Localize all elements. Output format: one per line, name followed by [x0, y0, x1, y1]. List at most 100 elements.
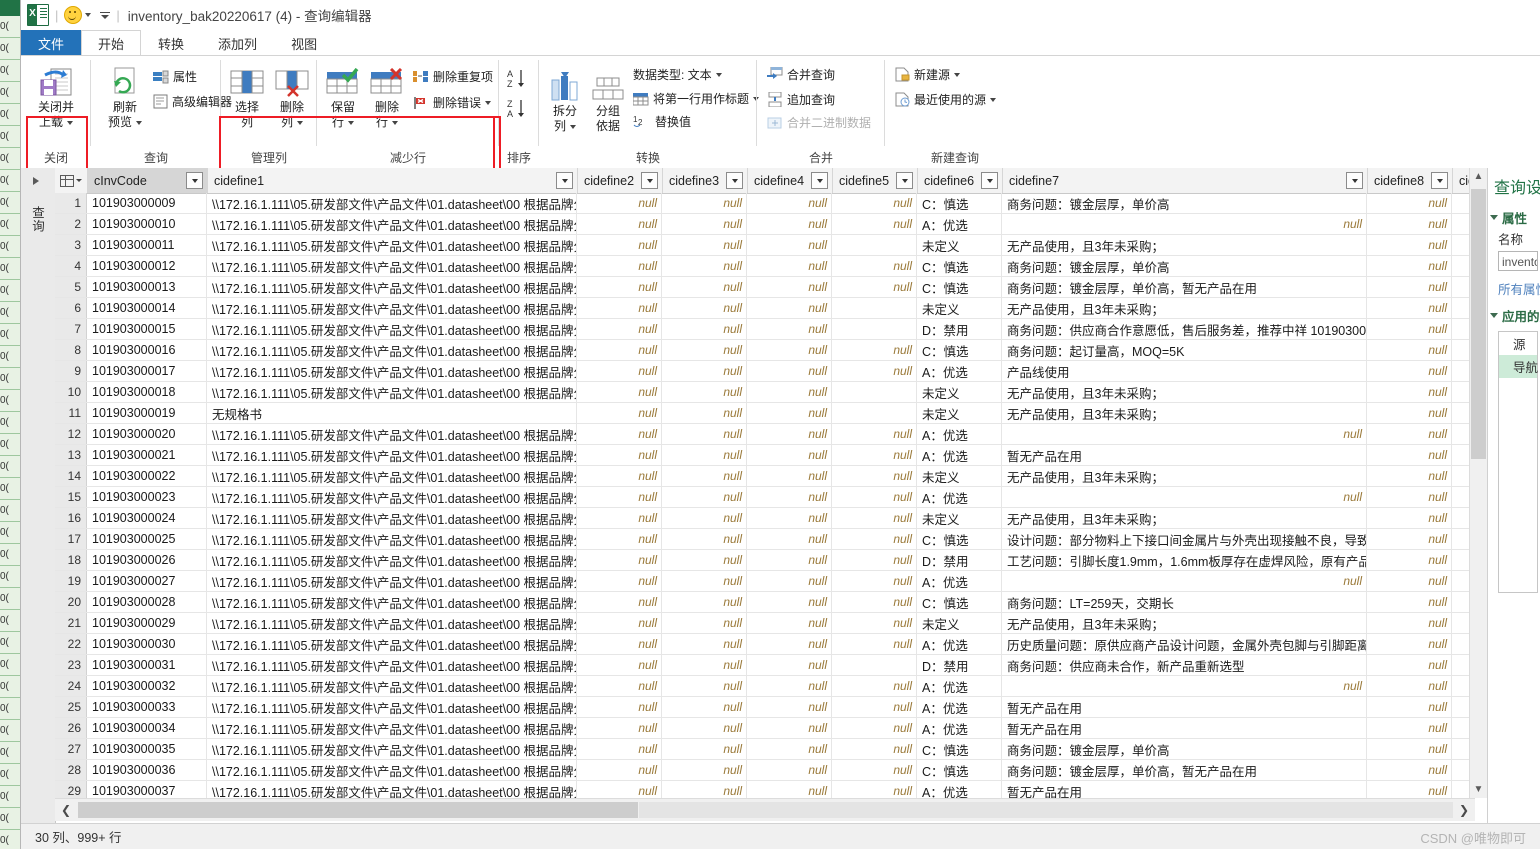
- table-cell-cidefine5[interactable]: [832, 403, 917, 423]
- table-cell-cidefine1[interactable]: \\172.16.1.111\05.研发部文件\产品文件\01.datashee…: [207, 193, 577, 213]
- table-cell-cidefine2[interactable]: null: [577, 571, 662, 591]
- table-cell-cidefine5[interactable]: null: [832, 529, 917, 549]
- table-cell-cidefine6[interactable]: A：优选: [917, 781, 1002, 798]
- table-cell-cidefine7[interactable]: 商务问题：镀金层厚，单价高，暂无产品在用: [1002, 760, 1367, 780]
- table-cell-cidefine6[interactable]: A：优选: [917, 214, 1002, 234]
- choose-columns-button[interactable]: 选择 列: [225, 64, 269, 130]
- chevron-down-icon[interactable]: [570, 124, 576, 129]
- table-cell-cidefine4[interactable]: null: [747, 193, 832, 213]
- table-cell-cidefine7[interactable]: 无产品使用，且3年未采购；: [1002, 613, 1367, 633]
- table-cell-cidefine2[interactable]: null: [577, 382, 662, 402]
- table-cell-cidefine3[interactable]: null: [662, 760, 747, 780]
- table-cell-cidefine7[interactable]: 商务问题：LT=259天，交期长: [1002, 592, 1367, 612]
- scroll-left-icon[interactable]: ❮: [55, 800, 77, 820]
- table-cell-cInvCode[interactable]: 101903000017: [87, 361, 207, 381]
- table-cell-cidefine7[interactable]: null: [1002, 424, 1367, 444]
- query-name-input[interactable]: inventory_bak20220617: [1498, 251, 1538, 271]
- table-cell-cidefine6[interactable]: 未定义: [917, 613, 1002, 633]
- table-cell-cInvCode[interactable]: 101903000025: [87, 529, 207, 549]
- table-cell-cidefine1[interactable]: \\172.16.1.111\05.研发部文件\产品文件\01.datashee…: [207, 697, 577, 717]
- grid-vertical-scrollbar[interactable]: ▲ ▼: [1469, 168, 1487, 798]
- table-row[interactable]: 7 101903000015 \\172.16.1.111\05.研发部文件\产品文…: [55, 319, 1475, 340]
- table-cell-cidefine1[interactable]: \\172.16.1.111\05.研发部文件\产品文件\01.datashee…: [207, 550, 577, 570]
- table-cell-cidefine6[interactable]: C：慎选: [917, 277, 1002, 297]
- table-cell-cInvCode[interactable]: 101903000024: [87, 508, 207, 528]
- table-cell-cidefine4[interactable]: null: [747, 445, 832, 465]
- table-cell-cInvCode[interactable]: 101903000034: [87, 718, 207, 738]
- table-cell-cidefine2[interactable]: null: [577, 361, 662, 381]
- table-row[interactable]: 16 101903000024 \\172.16.1.111\05.研发部文件\产品…: [55, 508, 1475, 529]
- replace-values-button[interactable]: 1 2 替换值: [633, 113, 691, 130]
- table-cell-cidefine1[interactable]: \\172.16.1.111\05.研发部文件\产品文件\01.datashee…: [207, 487, 577, 507]
- table-cell-cidefine8[interactable]: null: [1367, 760, 1452, 780]
- table-cell-cInvCode[interactable]: 101903000035: [87, 739, 207, 759]
- table-row[interactable]: 9 101903000017 \\172.16.1.111\05.研发部文件\产品文…: [55, 361, 1475, 382]
- ribbon-tab-4[interactable]: 视图: [274, 30, 334, 56]
- filter-dropdown-icon[interactable]: [1346, 172, 1363, 189]
- table-row[interactable]: 10 101903000018 \\172.16.1.111\05.研发部文件\产品…: [55, 382, 1475, 403]
- table-cell-cidefine3[interactable]: null: [662, 613, 747, 633]
- table-cell-cidefine3[interactable]: null: [662, 781, 747, 798]
- table-cell-cidefine7[interactable]: null: [1002, 571, 1367, 591]
- keep-rows-button[interactable]: 保留 行: [321, 64, 365, 130]
- table-row[interactable]: 18 101903000026 \\172.16.1.111\05.研发部文件\产品…: [55, 550, 1475, 571]
- table-cell-cidefine4[interactable]: null: [747, 298, 832, 318]
- split-column-button[interactable]: 拆分 列: [543, 68, 587, 134]
- table-cell-cidefine5[interactable]: null: [832, 781, 917, 798]
- table-cell-cidefine8[interactable]: null: [1367, 739, 1452, 759]
- chevron-down-icon[interactable]: [136, 120, 142, 125]
- filter-dropdown-icon[interactable]: [981, 172, 998, 189]
- table-cell-cidefine3[interactable]: null: [662, 382, 747, 402]
- table-cell-cInvCode[interactable]: 101903000023: [87, 487, 207, 507]
- table-cell-cidefine7[interactable]: 无产品使用，且3年未采购；: [1002, 508, 1367, 528]
- table-cell-cidefine7[interactable]: 商务问题：镀金层厚，单价高，暂无产品在用: [1002, 277, 1367, 297]
- table-cell-cidefine6[interactable]: A：优选: [917, 676, 1002, 696]
- table-cell-cidefine2[interactable]: null: [577, 781, 662, 798]
- table-cell-cidefine2[interactable]: null: [577, 634, 662, 654]
- vertical-scroll-thumb[interactable]: [1471, 189, 1486, 459]
- chevron-down-icon[interactable]: [715, 72, 722, 77]
- filter-dropdown-icon[interactable]: [641, 172, 658, 189]
- table-cell-cidefine2[interactable]: null: [577, 718, 662, 738]
- chevron-down-icon[interactable]: [85, 13, 92, 17]
- table-cell-cInvCode[interactable]: 101903000029: [87, 613, 207, 633]
- table-cell-cidefine7[interactable]: 无产品使用，且3年未采购；: [1002, 403, 1367, 423]
- table-cell-cidefine2[interactable]: null: [577, 424, 662, 444]
- table-cell-cidefine7[interactable]: 商务问题：供应商合作意愿低，售后服务差，推荐中祥 10190300001: [1002, 319, 1367, 339]
- table-cell-cidefine2[interactable]: null: [577, 550, 662, 570]
- table-cell-cidefine6[interactable]: D：禁用: [917, 319, 1002, 339]
- table-row[interactable]: 17 101903000025 \\172.16.1.111\05.研发部文件\产品…: [55, 529, 1475, 550]
- table-cell-cidefine4[interactable]: null: [747, 319, 832, 339]
- column-header-cidefine7[interactable]: cidefine7: [1003, 168, 1368, 193]
- table-cell-cidefine7[interactable]: 暂无产品在用: [1002, 718, 1367, 738]
- filter-dropdown-icon[interactable]: [811, 172, 828, 189]
- column-header-cidefine1[interactable]: cidefine1: [208, 168, 578, 193]
- table-cell-cidefine4[interactable]: null: [747, 613, 832, 633]
- table-cell-cInvCode[interactable]: 101903000037: [87, 781, 207, 798]
- table-cell-cInvCode[interactable]: 101903000021: [87, 445, 207, 465]
- table-cell-cInvCode[interactable]: 101903000022: [87, 466, 207, 486]
- chevron-down-icon[interactable]: [76, 179, 82, 182]
- table-row[interactable]: 29 101903000037 \\172.16.1.111\05.研发部文件\产品…: [55, 781, 1475, 798]
- table-cell-cInvCode[interactable]: 101903000011: [87, 235, 207, 255]
- table-cell-cInvCode[interactable]: 101903000013: [87, 277, 207, 297]
- table-cell-cidefine5[interactable]: null: [832, 634, 917, 654]
- table-row[interactable]: 26 101903000034 \\172.16.1.111\05.研发部文件\产品…: [55, 718, 1475, 739]
- table-cell-cidefine5[interactable]: [832, 655, 917, 675]
- table-cell-cidefine6[interactable]: A：优选: [917, 697, 1002, 717]
- refresh-preview-button[interactable]: 刷新 预览: [99, 64, 151, 130]
- table-cell-cidefine4[interactable]: null: [747, 529, 832, 549]
- table-cell-cidefine4[interactable]: null: [747, 424, 832, 444]
- smiley-icon[interactable]: [64, 6, 83, 24]
- table-cell-cidefine3[interactable]: null: [662, 571, 747, 591]
- table-cell-cidefine3[interactable]: null: [662, 676, 747, 696]
- table-cell-cidefine1[interactable]: \\172.16.1.111\05.研发部文件\产品文件\01.datashee…: [207, 340, 577, 360]
- table-cell-cidefine7[interactable]: 历史质量问题：原供应商产品设计问题，金属外壳包脚与引脚距离过: [1002, 634, 1367, 654]
- table-cell-cidefine5[interactable]: null: [832, 550, 917, 570]
- table-cell-cidefine2[interactable]: null: [577, 277, 662, 297]
- chevron-down-icon[interactable]: [297, 120, 303, 125]
- table-cell-cInvCode[interactable]: 101903000032: [87, 676, 207, 696]
- table-cell-cidefine4[interactable]: null: [747, 739, 832, 759]
- table-cell-cidefine4[interactable]: null: [747, 466, 832, 486]
- table-cell-cInvCode[interactable]: 101903000036: [87, 760, 207, 780]
